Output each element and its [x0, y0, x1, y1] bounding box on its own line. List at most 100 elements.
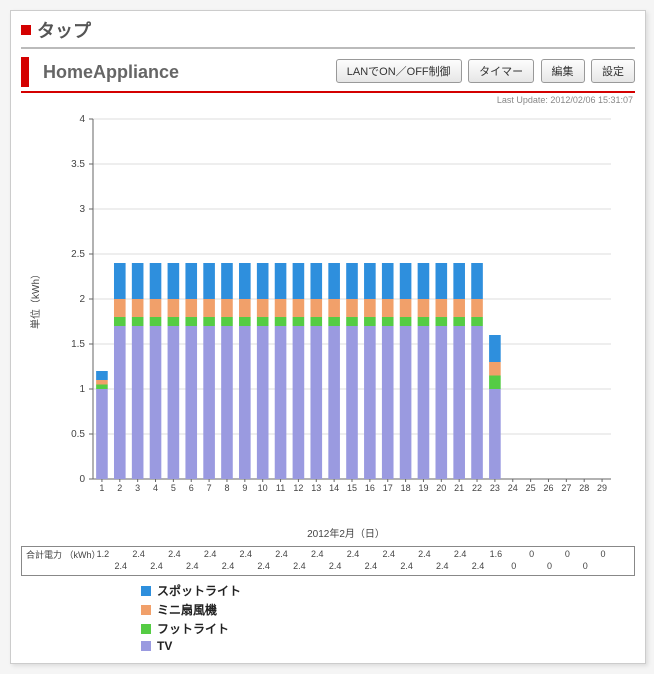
total-value: 0 [539, 561, 559, 571]
svg-text:12: 12 [293, 483, 303, 493]
edit-button[interactable]: 編集 [541, 59, 585, 83]
total-value: 2.4 [361, 561, 381, 571]
svg-text:1: 1 [79, 384, 85, 395]
square-icon [141, 641, 151, 651]
legend-item-footlight: フットライト [141, 620, 645, 637]
svg-text:13: 13 [311, 483, 321, 493]
svg-text:0.5: 0.5 [71, 429, 85, 440]
totals-label: 合計電力 （kWh） [26, 549, 101, 561]
legend-item-fan: ミニ扇風機 [141, 601, 645, 618]
total-value: 2.4 [272, 549, 292, 559]
legend-item-tv: TV [141, 639, 645, 653]
page-header: タップ [11, 11, 645, 45]
svg-text:18: 18 [401, 483, 411, 493]
chart-area: 00.511.522.533.54単位（kWh）1234567891011121… [21, 109, 635, 540]
svg-text:27: 27 [561, 483, 571, 493]
total-value: 2.4 [307, 549, 327, 559]
svg-text:24: 24 [508, 483, 518, 493]
square-icon [141, 605, 151, 615]
total-value: 0 [593, 549, 613, 559]
svg-text:17: 17 [383, 483, 393, 493]
svg-text:14: 14 [329, 483, 339, 493]
total-value: 2.4 [182, 561, 202, 571]
svg-text:3: 3 [135, 483, 140, 493]
total-value: 2.4 [254, 561, 274, 571]
svg-text:3.5: 3.5 [71, 159, 85, 170]
total-value: 2.4 [164, 549, 184, 559]
total-value: 2.4 [129, 549, 149, 559]
legend-label: フットライト [157, 620, 229, 637]
totals-row: 合計電力 （kWh） 1.2 2.4 2.4 2.4 2.4 2.4 2.4 2.4 2.4 2.… [21, 546, 635, 576]
total-value: 2.4 [200, 549, 220, 559]
last-update-text: Last Update: 2012/02/06 15:31:07 [11, 95, 633, 105]
svg-text:10: 10 [258, 483, 268, 493]
svg-text:11: 11 [276, 483, 285, 493]
page-title: タップ [37, 17, 91, 43]
total-value: 2.4 [218, 561, 238, 571]
total-value: 2.4 [468, 561, 488, 571]
svg-text:21: 21 [454, 483, 464, 493]
square-icon [141, 624, 151, 634]
svg-text:8: 8 [224, 483, 229, 493]
total-value: 2.4 [432, 561, 452, 571]
legend: スポットライト ミニ扇風機 フットライト TV [141, 582, 645, 653]
total-value: 0 [557, 549, 577, 559]
total-value: 2.4 [325, 561, 345, 571]
total-value: 1.6 [486, 549, 506, 559]
svg-text:23: 23 [490, 483, 500, 493]
svg-text:28: 28 [579, 483, 589, 493]
app-window: タップ HomeAppliance LANでON／OFF制御 タイマー 編集 設… [10, 10, 646, 664]
total-value: 2.4 [111, 561, 131, 571]
total-value: 2.4 [450, 549, 470, 559]
legend-item-spotlight: スポットライト [141, 582, 645, 599]
legend-label: TV [157, 639, 172, 653]
square-icon [141, 586, 151, 596]
header-divider [21, 47, 635, 49]
total-value: 0 [575, 561, 595, 571]
total-value: 0 [522, 549, 542, 559]
svg-text:22: 22 [472, 483, 482, 493]
svg-text:7: 7 [207, 483, 212, 493]
svg-text:1.5: 1.5 [71, 339, 85, 350]
total-value: 2.4 [414, 549, 434, 559]
total-value: 2.4 [397, 561, 417, 571]
lan-control-button[interactable]: LANでON／OFF制御 [336, 59, 462, 83]
svg-text:19: 19 [418, 483, 428, 493]
svg-text:29: 29 [597, 483, 607, 493]
svg-text:6: 6 [189, 483, 194, 493]
settings-button[interactable]: 設定 [591, 59, 635, 83]
totals-box: 合計電力 （kWh） 1.2 2.4 2.4 2.4 2.4 2.4 2.4 2.4 2.4 2.… [21, 546, 635, 576]
svg-text:単位（kWh）: 単位（kWh） [29, 269, 42, 329]
total-value: 2.4 [147, 561, 167, 571]
legend-label: ミニ扇風機 [157, 601, 217, 618]
svg-text:1: 1 [99, 483, 104, 493]
svg-text:20: 20 [436, 483, 446, 493]
toolbar: LANでON／OFF制御 タイマー 編集 設定 [334, 59, 635, 83]
svg-text:25: 25 [526, 483, 536, 493]
svg-text:2.5: 2.5 [71, 249, 85, 260]
total-value: 0 [504, 561, 524, 571]
svg-text:4: 4 [79, 114, 85, 125]
subheader: HomeAppliance LANでON／OFF制御 タイマー 編集 設定 [21, 57, 635, 87]
svg-text:5: 5 [171, 483, 176, 493]
svg-text:16: 16 [365, 483, 375, 493]
svg-text:0: 0 [79, 474, 85, 485]
legend-label: スポットライト [157, 582, 241, 599]
total-value: 2.4 [289, 561, 309, 571]
total-value: 2.4 [343, 549, 363, 559]
subheader-divider [21, 91, 635, 93]
total-value: 2.4 [379, 549, 399, 559]
stacked-bar-chart: 00.511.522.533.54単位（kWh）1234567891011121… [21, 109, 631, 509]
timer-button[interactable]: タイマー [468, 59, 534, 83]
svg-text:15: 15 [347, 483, 357, 493]
total-value: 1.2 [93, 549, 113, 559]
subheader-accent [21, 57, 29, 87]
svg-text:3: 3 [79, 204, 85, 215]
total-value: 2.4 [236, 549, 256, 559]
header-bullet-icon [21, 25, 31, 35]
svg-text:2: 2 [79, 294, 85, 305]
svg-text:26: 26 [543, 483, 553, 493]
svg-text:4: 4 [153, 483, 158, 493]
x-axis-label: 2012年2月（日） [81, 525, 611, 540]
svg-text:9: 9 [242, 483, 247, 493]
